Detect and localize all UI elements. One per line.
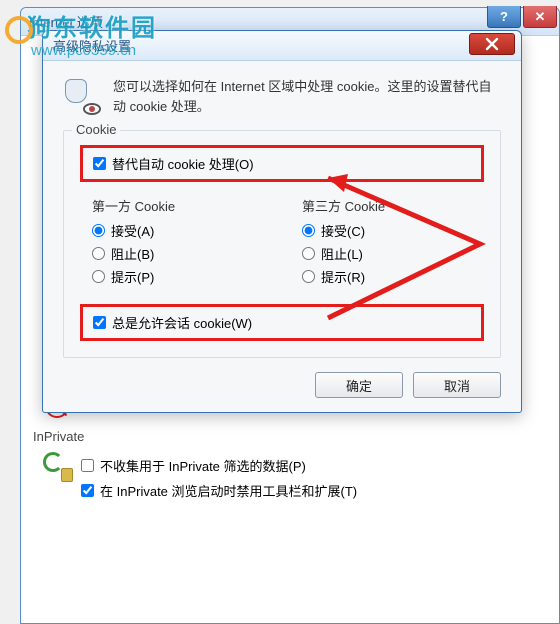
inprivate-nodata-row[interactable]: 不收集用于 InPrivate 筛选的数据(P) — [81, 456, 543, 475]
inprivate-disable-toolbars-checkbox[interactable] — [81, 484, 94, 497]
first-party-block-radio[interactable] — [92, 247, 105, 260]
parent-window-controls: ? ✕ — [485, 6, 557, 28]
inprivate-nodata-checkbox[interactable] — [81, 459, 94, 472]
inprivate-disable-toolbars-row[interactable]: 在 InPrivate 浏览启动时禁用工具栏和扩展(T) — [81, 481, 543, 500]
third-party-accept-row[interactable]: 接受(C) — [302, 221, 472, 240]
inprivate-section-title: InPrivate — [33, 429, 543, 444]
override-highlight: 替代自动 cookie 处理(O) — [80, 145, 484, 182]
modal-close-button[interactable] — [469, 33, 515, 55]
close-icon — [485, 37, 499, 51]
third-party-prompt-radio[interactable] — [302, 270, 315, 283]
first-party-accept-row[interactable]: 接受(A) — [92, 221, 262, 240]
inprivate-icon — [41, 450, 73, 482]
inprivate-disable-toolbars-label: 在 InPrivate 浏览启动时禁用工具栏和扩展(T) — [100, 481, 357, 500]
first-party-column: 第一方 Cookie 接受(A) 阻止(B) 提示(P) — [92, 196, 262, 290]
override-auto-cookie-label: 替代自动 cookie 处理(O) — [112, 154, 254, 173]
third-party-block-label: 阻止(L) — [321, 244, 363, 263]
modal-titlebar: 高级隐私设置 — [43, 31, 521, 61]
first-party-title: 第一方 Cookie — [92, 196, 262, 215]
third-party-block-row[interactable]: 阻止(L) — [302, 244, 472, 263]
third-party-title: 第三方 Cookie — [302, 196, 472, 215]
first-party-block-row[interactable]: 阻止(B) — [92, 244, 262, 263]
cookie-columns: 第一方 Cookie 接受(A) 阻止(B) 提示(P) 第三 — [80, 194, 484, 292]
always-session-cookie-label: 总是允许会话 cookie(W) — [112, 313, 252, 332]
dialog-button-row: 确定 取消 — [63, 372, 501, 398]
parent-title: Internet 选项 — [29, 12, 103, 31]
override-auto-cookie-checkbox[interactable] — [93, 157, 106, 170]
inprivate-nodata-label: 不收集用于 InPrivate 筛选的数据(P) — [100, 456, 306, 475]
privacy-icon — [63, 77, 99, 113]
third-party-column: 第三方 Cookie 接受(C) 阻止(L) 提示(R) — [302, 196, 472, 290]
modal-title: 高级隐私设置 — [53, 36, 131, 55]
third-party-prompt-label: 提示(R) — [321, 267, 365, 286]
third-party-prompt-row[interactable]: 提示(R) — [302, 267, 472, 286]
advanced-privacy-dialog: 高级隐私设置 您可以选择如何在 Internet 区域中处理 cookie。这里… — [42, 30, 522, 413]
override-auto-cookie-row[interactable]: 替代自动 cookie 处理(O) — [93, 154, 471, 173]
intro-text: 您可以选择如何在 Internet 区域中处理 cookie。这里的设置替代自动… — [113, 77, 501, 116]
help-button[interactable]: ? — [487, 6, 521, 28]
parent-close-button[interactable]: ✕ — [523, 6, 557, 28]
first-party-prompt-radio[interactable] — [92, 270, 105, 283]
cookie-groupbox: Cookie 替代自动 cookie 处理(O) 第一方 Cookie 接受(A… — [63, 130, 501, 358]
first-party-accept-radio[interactable] — [92, 224, 105, 237]
modal-body: 您可以选择如何在 Internet 区域中处理 cookie。这里的设置替代自动… — [43, 61, 521, 412]
first-party-prompt-label: 提示(P) — [111, 267, 154, 286]
inprivate-row: 不收集用于 InPrivate 筛选的数据(P) 在 InPrivate 浏览启… — [37, 450, 543, 506]
intro-row: 您可以选择如何在 Internet 区域中处理 cookie。这里的设置替代自动… — [63, 77, 501, 116]
always-session-cookie-checkbox[interactable] — [93, 316, 106, 329]
third-party-accept-label: 接受(C) — [321, 221, 365, 240]
third-party-accept-radio[interactable] — [302, 224, 315, 237]
always-session-cookie-row[interactable]: 总是允许会话 cookie(W) — [93, 313, 471, 332]
ok-button[interactable]: 确定 — [315, 372, 403, 398]
first-party-prompt-row[interactable]: 提示(P) — [92, 267, 262, 286]
cancel-button[interactable]: 取消 — [413, 372, 501, 398]
first-party-accept-label: 接受(A) — [111, 221, 154, 240]
third-party-block-radio[interactable] — [302, 247, 315, 260]
first-party-block-label: 阻止(B) — [111, 244, 154, 263]
session-cookie-highlight: 总是允许会话 cookie(W) — [80, 304, 484, 341]
cookie-group-title: Cookie — [72, 122, 120, 137]
